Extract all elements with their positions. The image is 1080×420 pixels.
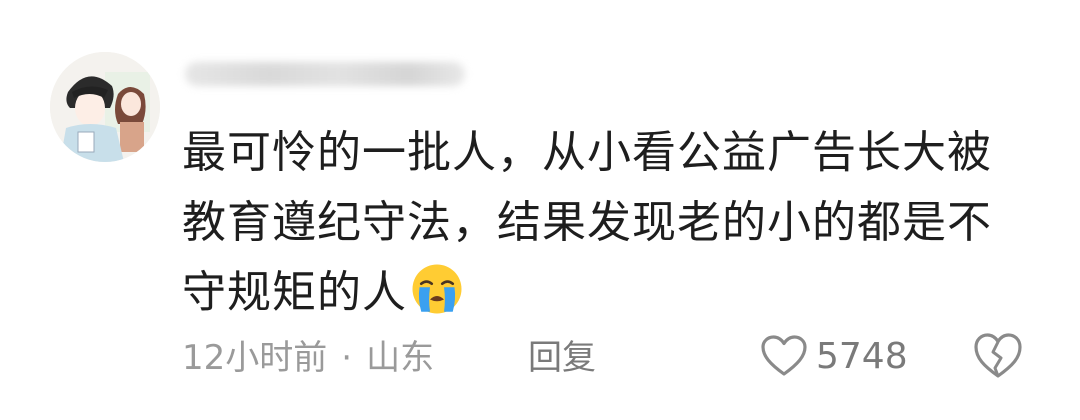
username-blurred[interactable]: [185, 62, 465, 86]
comment-meta: 12小时前 · 山东: [182, 330, 434, 379]
comment-line: 最可怜的一批人，从小看公益广告长大被: [182, 127, 992, 178]
user-avatar[interactable]: [50, 52, 160, 162]
heart-icon: [761, 335, 807, 376]
comment-time: 12小时前: [182, 338, 328, 378]
reply-button[interactable]: 回复: [528, 330, 596, 379]
meta-separator: ·: [341, 338, 353, 378]
loudly-crying-face-icon: [412, 264, 462, 314]
avatar-illustration: [50, 52, 160, 162]
comment-text: 最可怜的一批人，从小看公益广告长大被 教育遵纪守法，结果发现老的小的都是不 守规…: [182, 118, 1012, 328]
comment-line: 教育遵纪守法，结果发现老的小的都是不: [182, 197, 992, 248]
comment-location: 山东: [366, 338, 435, 378]
broken-heart-icon[interactable]: [972, 332, 1024, 380]
comment-card: 最可怜的一批人，从小看公益广告长大被 教育遵纪守法，结果发现老的小的都是不 守规…: [0, 0, 1080, 420]
comment-line: 守规矩的人: [182, 258, 1012, 328]
like-button[interactable]: 5748: [760, 331, 908, 381]
comment-line-text: 守规矩的人: [182, 267, 407, 318]
like-count: 5748: [816, 335, 908, 377]
